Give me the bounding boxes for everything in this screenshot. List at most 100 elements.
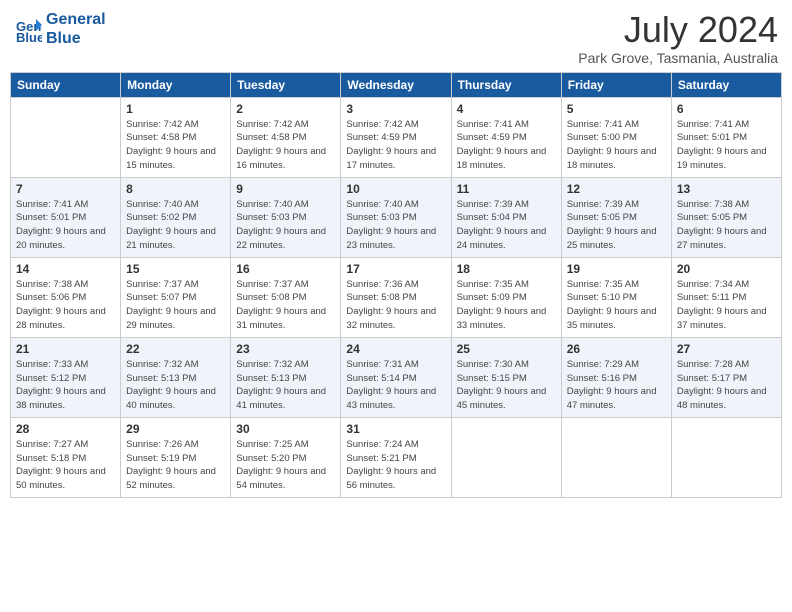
- day-number: 19: [567, 262, 666, 276]
- day-info: Sunrise: 7:38 AM Sunset: 5:06 PM Dayligh…: [16, 278, 115, 333]
- calendar-cell: 9Sunrise: 7:40 AM Sunset: 5:03 PM Daylig…: [231, 177, 341, 257]
- day-info: Sunrise: 7:36 AM Sunset: 5:08 PM Dayligh…: [346, 278, 445, 333]
- day-info: Sunrise: 7:42 AM Sunset: 4:58 PM Dayligh…: [126, 118, 225, 173]
- header-friday: Friday: [561, 72, 671, 97]
- day-number: 5: [567, 102, 666, 116]
- calendar-cell: 30 Sunrise: 7:25 AM Sunset: 5:20 PM Dayli…: [231, 417, 341, 497]
- day-number: 23: [236, 342, 335, 356]
- calendar-cell: 14 Sunrise: 7:38 AM Sunset: 5:06 PM Dayli…: [11, 257, 121, 337]
- day-number: 25: [457, 342, 556, 356]
- day-number: 15: [126, 262, 225, 276]
- week-row-3: 14 Sunrise: 7:38 AM Sunset: 5:06 PM Dayli…: [11, 257, 782, 337]
- calendar-cell: 27 Sunrise: 7:28 AM Sunset: 5:17 PM Dayli…: [671, 337, 781, 417]
- day-info: Sunrise: 7:35 AM Sunset: 5:10 PM Dayligh…: [567, 278, 666, 333]
- day-info: Sunrise: 7:25 AM Sunset: 5:20 PM Dayligh…: [236, 438, 335, 493]
- day-info: Sunrise: 7:40 AM Sunset: 5:03 PM Dayligh…: [236, 198, 335, 253]
- day-number: 24: [346, 342, 445, 356]
- calendar-cell: 13 Sunrise: 7:38 AM Sunset: 5:05 PM Dayli…: [671, 177, 781, 257]
- calendar-cell: 11 Sunrise: 7:39 AM Sunset: 5:04 PM Dayli…: [451, 177, 561, 257]
- week-row-2: 7 Sunrise: 7:41 AM Sunset: 5:01 PM Daylig…: [11, 177, 782, 257]
- day-number: 8: [126, 182, 225, 196]
- calendar-cell: 28Sunrise: 7:27 AM Sunset: 5:18 PM Dayli…: [11, 417, 121, 497]
- calendar-cell: 21Sunrise: 7:33 AM Sunset: 5:12 PM Dayli…: [11, 337, 121, 417]
- calendar-cell: [671, 417, 781, 497]
- day-info: Sunrise: 7:39 AM Sunset: 5:05 PM Dayligh…: [567, 198, 666, 253]
- calendar-cell: 19 Sunrise: 7:35 AM Sunset: 5:10 PM Dayli…: [561, 257, 671, 337]
- calendar-cell: 20 Sunrise: 7:34 AM Sunset: 5:11 PM Dayli…: [671, 257, 781, 337]
- day-number: 6: [677, 102, 776, 116]
- day-info: Sunrise: 7:39 AM Sunset: 5:04 PM Dayligh…: [457, 198, 556, 253]
- title-block: July 2024 Park Grove, Tasmania, Australi…: [578, 10, 778, 66]
- day-info: Sunrise: 7:40 AM Sunset: 5:02 PM Dayligh…: [126, 198, 225, 253]
- calendar-cell: 25Sunrise: 7:30 AM Sunset: 5:15 PM Dayli…: [451, 337, 561, 417]
- day-number: 27: [677, 342, 776, 356]
- calendar-cell: 1Sunrise: 7:42 AM Sunset: 4:58 PM Daylig…: [121, 97, 231, 177]
- day-info: Sunrise: 7:34 AM Sunset: 5:11 PM Dayligh…: [677, 278, 776, 333]
- logo-icon: General Blue: [14, 15, 42, 43]
- day-number: 13: [677, 182, 776, 196]
- day-info: Sunrise: 7:24 AM Sunset: 5:21 PM Dayligh…: [346, 438, 445, 493]
- day-info: Sunrise: 7:29 AM Sunset: 5:16 PM Dayligh…: [567, 358, 666, 413]
- calendar-cell: 17 Sunrise: 7:36 AM Sunset: 5:08 PM Dayli…: [341, 257, 451, 337]
- day-number: 18: [457, 262, 556, 276]
- calendar-cell: 31 Sunrise: 7:24 AM Sunset: 5:21 PM Dayli…: [341, 417, 451, 497]
- calendar-cell: 5Sunrise: 7:41 AM Sunset: 5:00 PM Daylig…: [561, 97, 671, 177]
- day-info: Sunrise: 7:41 AM Sunset: 5:01 PM Dayligh…: [677, 118, 776, 173]
- calendar-cell: 15Sunrise: 7:37 AM Sunset: 5:07 PM Dayli…: [121, 257, 231, 337]
- day-number: 30: [236, 422, 335, 436]
- calendar-cell: 29Sunrise: 7:26 AM Sunset: 5:19 PM Dayli…: [121, 417, 231, 497]
- calendar-cell: 3 Sunrise: 7:42 AM Sunset: 4:59 PM Daylig…: [341, 97, 451, 177]
- day-info: Sunrise: 7:40 AM Sunset: 5:03 PM Dayligh…: [346, 198, 445, 253]
- day-info: Sunrise: 7:31 AM Sunset: 5:14 PM Dayligh…: [346, 358, 445, 413]
- week-row-1: 1Sunrise: 7:42 AM Sunset: 4:58 PM Daylig…: [11, 97, 782, 177]
- header-sunday: Sunday: [11, 72, 121, 97]
- day-info: Sunrise: 7:41 AM Sunset: 4:59 PM Dayligh…: [457, 118, 556, 173]
- day-info: Sunrise: 7:37 AM Sunset: 5:08 PM Dayligh…: [236, 278, 335, 333]
- week-row-4: 21Sunrise: 7:33 AM Sunset: 5:12 PM Dayli…: [11, 337, 782, 417]
- calendar-cell: 2Sunrise: 7:42 AM Sunset: 4:58 PM Daylig…: [231, 97, 341, 177]
- day-info: Sunrise: 7:33 AM Sunset: 5:12 PM Dayligh…: [16, 358, 115, 413]
- header-thursday: Thursday: [451, 72, 561, 97]
- week-row-5: 28Sunrise: 7:27 AM Sunset: 5:18 PM Dayli…: [11, 417, 782, 497]
- day-info: Sunrise: 7:28 AM Sunset: 5:17 PM Dayligh…: [677, 358, 776, 413]
- day-info: Sunrise: 7:32 AM Sunset: 5:13 PM Dayligh…: [126, 358, 225, 413]
- calendar-cell: 12 Sunrise: 7:39 AM Sunset: 5:05 PM Dayli…: [561, 177, 671, 257]
- calendar-cell: 8 Sunrise: 7:40 AM Sunset: 5:02 PM Daylig…: [121, 177, 231, 257]
- calendar-cell: [11, 97, 121, 177]
- day-number: 17: [346, 262, 445, 276]
- calendar-cell: 6 Sunrise: 7:41 AM Sunset: 5:01 PM Daylig…: [671, 97, 781, 177]
- calendar-cell: 18 Sunrise: 7:35 AM Sunset: 5:09 PM Dayli…: [451, 257, 561, 337]
- day-number: 16: [236, 262, 335, 276]
- day-number: 3: [346, 102, 445, 116]
- day-info: Sunrise: 7:41 AM Sunset: 5:01 PM Dayligh…: [16, 198, 115, 253]
- calendar-cell: 22 Sunrise: 7:32 AM Sunset: 5:13 PM Dayli…: [121, 337, 231, 417]
- header-monday: Monday: [121, 72, 231, 97]
- location: Park Grove, Tasmania, Australia: [578, 50, 778, 66]
- day-info: Sunrise: 7:32 AM Sunset: 5:13 PM Dayligh…: [236, 358, 335, 413]
- day-number: 7: [16, 182, 115, 196]
- day-info: Sunrise: 7:27 AM Sunset: 5:18 PM Dayligh…: [16, 438, 115, 493]
- day-number: 31: [346, 422, 445, 436]
- calendar-table: SundayMondayTuesdayWednesdayThursdayFrid…: [10, 72, 782, 498]
- page-header: General Blue GeneralBlue July 2024 Park …: [10, 10, 782, 66]
- logo-text: GeneralBlue: [46, 10, 106, 48]
- header-wednesday: Wednesday: [341, 72, 451, 97]
- calendar-cell: 23 Sunrise: 7:32 AM Sunset: 5:13 PM Dayli…: [231, 337, 341, 417]
- day-number: 22: [126, 342, 225, 356]
- calendar-cell: 24 Sunrise: 7:31 AM Sunset: 5:14 PM Dayli…: [341, 337, 451, 417]
- day-info: Sunrise: 7:26 AM Sunset: 5:19 PM Dayligh…: [126, 438, 225, 493]
- day-number: 20: [677, 262, 776, 276]
- calendar-cell: 26 Sunrise: 7:29 AM Sunset: 5:16 PM Dayli…: [561, 337, 671, 417]
- day-number: 14: [16, 262, 115, 276]
- day-info: Sunrise: 7:38 AM Sunset: 5:05 PM Dayligh…: [677, 198, 776, 253]
- calendar-cell: 7 Sunrise: 7:41 AM Sunset: 5:01 PM Daylig…: [11, 177, 121, 257]
- day-number: 4: [457, 102, 556, 116]
- day-number: 12: [567, 182, 666, 196]
- day-info: Sunrise: 7:42 AM Sunset: 4:59 PM Dayligh…: [346, 118, 445, 173]
- day-number: 26: [567, 342, 666, 356]
- calendar-header-row: SundayMondayTuesdayWednesdayThursdayFrid…: [11, 72, 782, 97]
- day-number: 11: [457, 182, 556, 196]
- header-saturday: Saturday: [671, 72, 781, 97]
- day-info: Sunrise: 7:35 AM Sunset: 5:09 PM Dayligh…: [457, 278, 556, 333]
- month-title: July 2024: [578, 10, 778, 50]
